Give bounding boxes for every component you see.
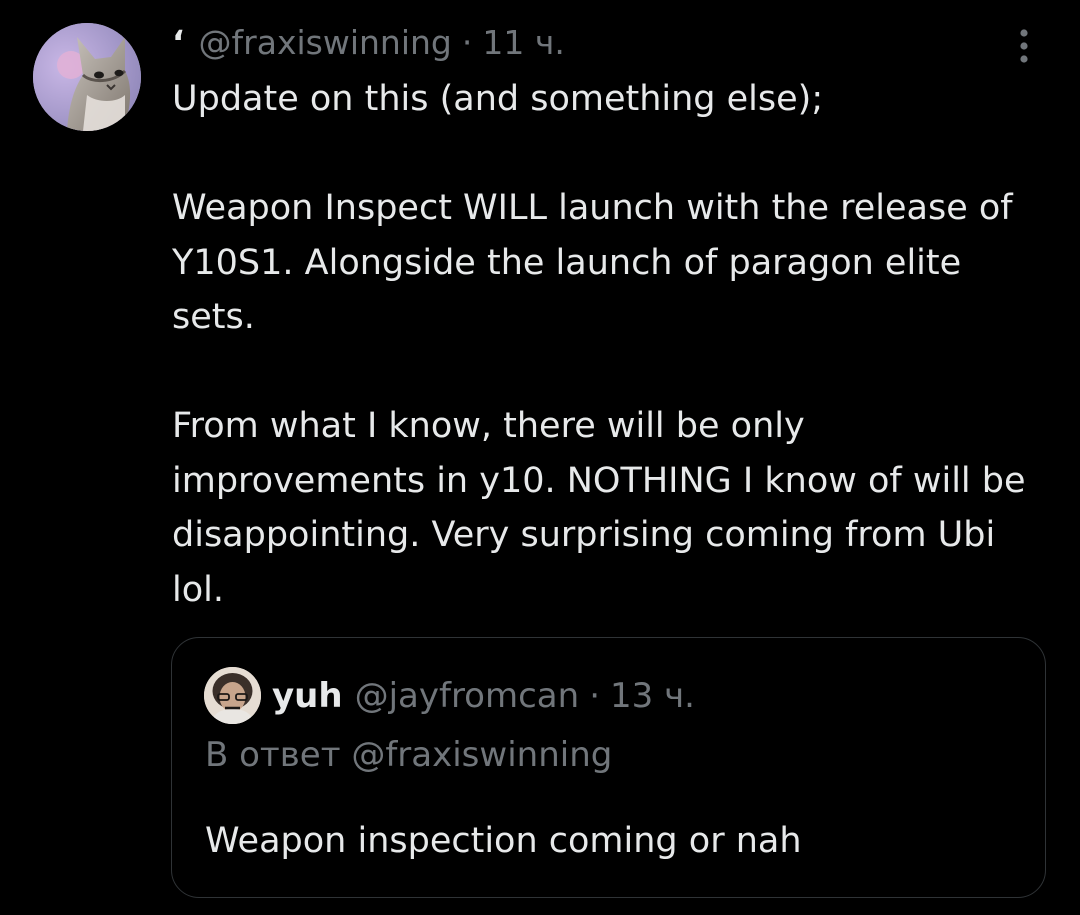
- quoted-author-handle[interactable]: @jayfromcan: [355, 676, 580, 716]
- quoted-tweet-timestamp[interactable]: 13 ч.: [610, 676, 695, 716]
- reply-mention-link[interactable]: @fraxiswinning: [351, 735, 612, 775]
- author-handle[interactable]: @fraxiswinning: [199, 23, 452, 62]
- quoted-author-avatar[interactable]: [204, 667, 261, 724]
- cat-avatar-icon: [33, 23, 141, 131]
- author-name[interactable]: ‘: [172, 23, 185, 62]
- tweet[interactable]: ‘ @fraxiswinning · 11 ч. Update on this …: [0, 0, 1080, 915]
- separator-dot: ·: [461, 22, 473, 62]
- tweet-header: ‘ @fraxiswinning · 11 ч.: [172, 22, 565, 62]
- quoted-tweet[interactable]: yuh @jayfromcan · 13 ч. В ответ @fraxisw…: [171, 637, 1046, 898]
- more-options-button[interactable]: [1006, 26, 1042, 66]
- reply-prefix: В ответ: [205, 735, 341, 775]
- tweet-paragraph: From what I know, there will be only imp…: [172, 406, 1037, 610]
- tweet-body: Update on this (and something else); Wea…: [172, 72, 1052, 617]
- reply-context: В ответ @fraxiswinning: [205, 735, 612, 775]
- separator-dot: ·: [589, 676, 600, 716]
- more-vertical-icon: [1020, 29, 1028, 63]
- quoted-tweet-text: Weapon inspection coming or nah: [205, 821, 802, 861]
- quoted-author-name[interactable]: yuh: [272, 676, 343, 716]
- quoted-tweet-header: yuh @jayfromcan · 13 ч.: [272, 674, 695, 718]
- tweet-paragraph: Update on this (and something else);: [172, 79, 824, 119]
- tweet-timestamp[interactable]: 11 ч.: [482, 23, 564, 62]
- person-avatar-icon: [204, 667, 261, 724]
- author-avatar[interactable]: [33, 23, 141, 131]
- tweet-paragraph: Weapon Inspect WILL launch with the rele…: [172, 188, 1024, 337]
